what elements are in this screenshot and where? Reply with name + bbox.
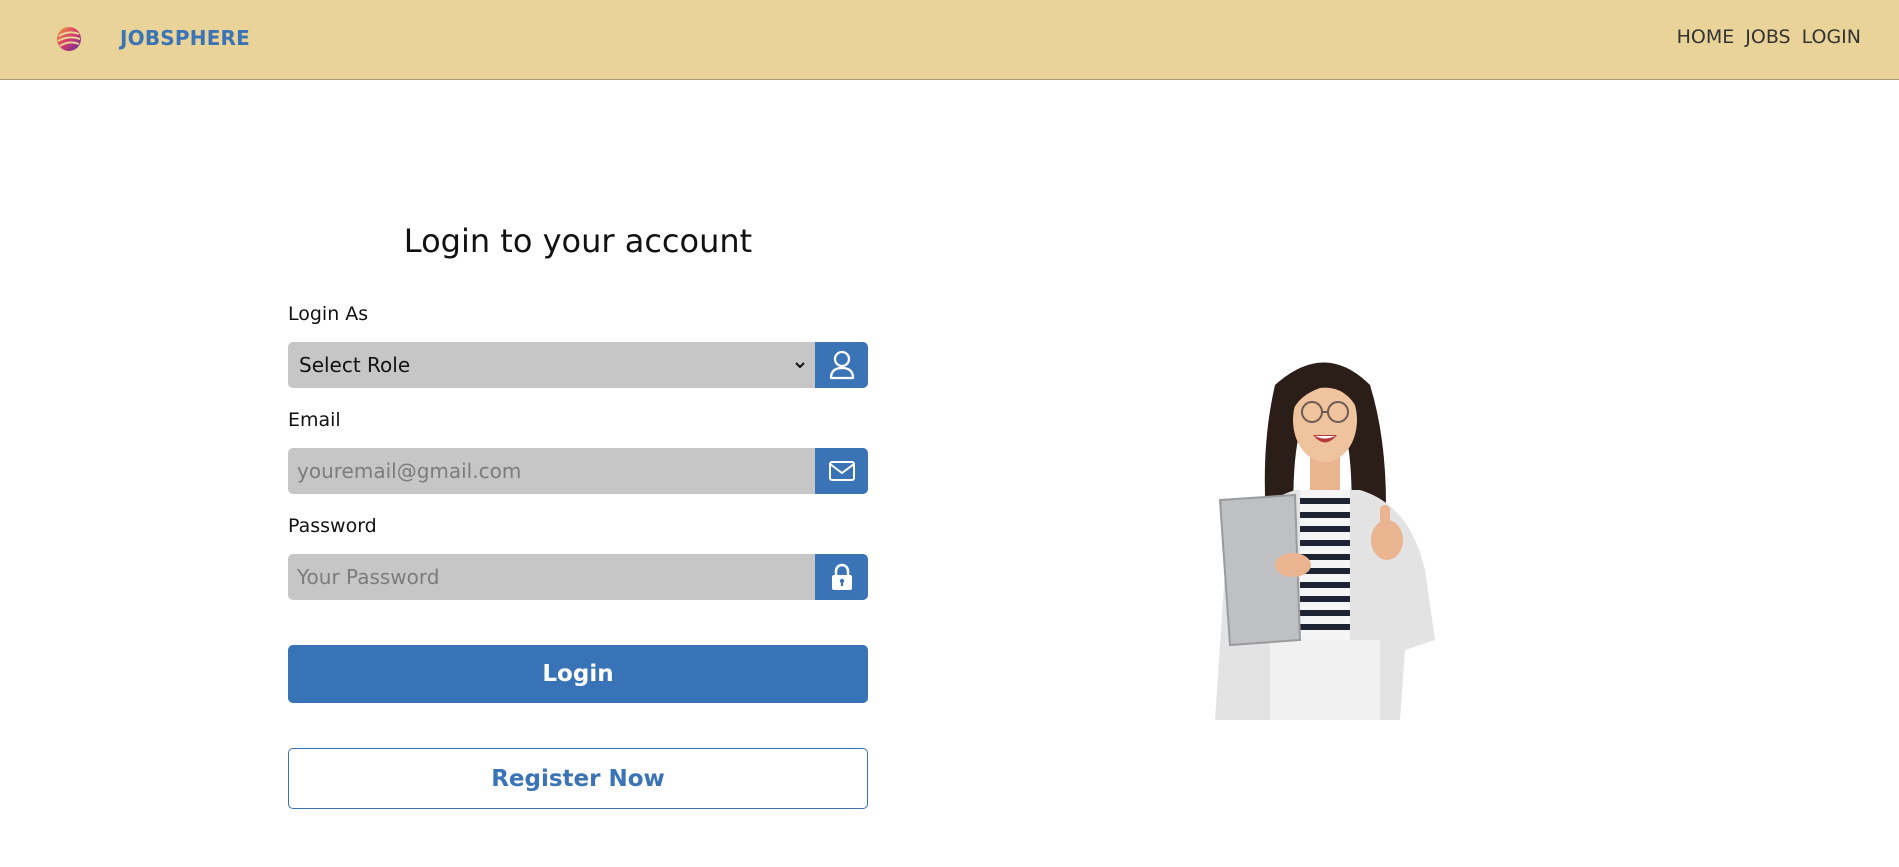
top-navbar: JOBSPHERE HOME JOBS LOGIN <box>0 0 1899 80</box>
email-field: youremail@gmail.com <box>288 448 868 494</box>
user-icon <box>829 350 854 380</box>
password-addon <box>815 554 868 600</box>
page-title: Login to your account <box>403 222 753 260</box>
role-label: Login As <box>288 303 369 325</box>
password-label: Password <box>288 515 377 537</box>
login-button[interactable]: Login <box>288 645 868 703</box>
role-field: Select Role <box>288 342 868 388</box>
email-addon <box>815 448 868 494</box>
role-select[interactable]: Select Role <box>288 342 815 388</box>
brand-name[interactable]: JOBSPHERE <box>120 26 250 50</box>
lock-icon <box>831 563 852 590</box>
role-selected-value: Select Role <box>299 353 411 377</box>
role-addon <box>815 342 868 388</box>
email-input[interactable]: youremail@gmail.com <box>288 448 815 494</box>
nav-links: HOME JOBS LOGIN <box>1677 26 1861 48</box>
password-field: Your Password <box>288 554 868 600</box>
nav-login[interactable]: LOGIN <box>1802 26 1861 48</box>
nav-jobs[interactable]: JOBS <box>1745 26 1790 48</box>
register-button[interactable]: Register Now <box>288 748 868 809</box>
nav-home[interactable]: HOME <box>1677 26 1735 48</box>
chevron-down-icon <box>795 362 805 369</box>
password-input[interactable]: Your Password <box>288 554 815 600</box>
hero-image <box>1215 362 1435 720</box>
mail-icon <box>828 461 855 481</box>
logo-icon[interactable] <box>55 25 83 53</box>
email-label: Email <box>288 409 341 431</box>
